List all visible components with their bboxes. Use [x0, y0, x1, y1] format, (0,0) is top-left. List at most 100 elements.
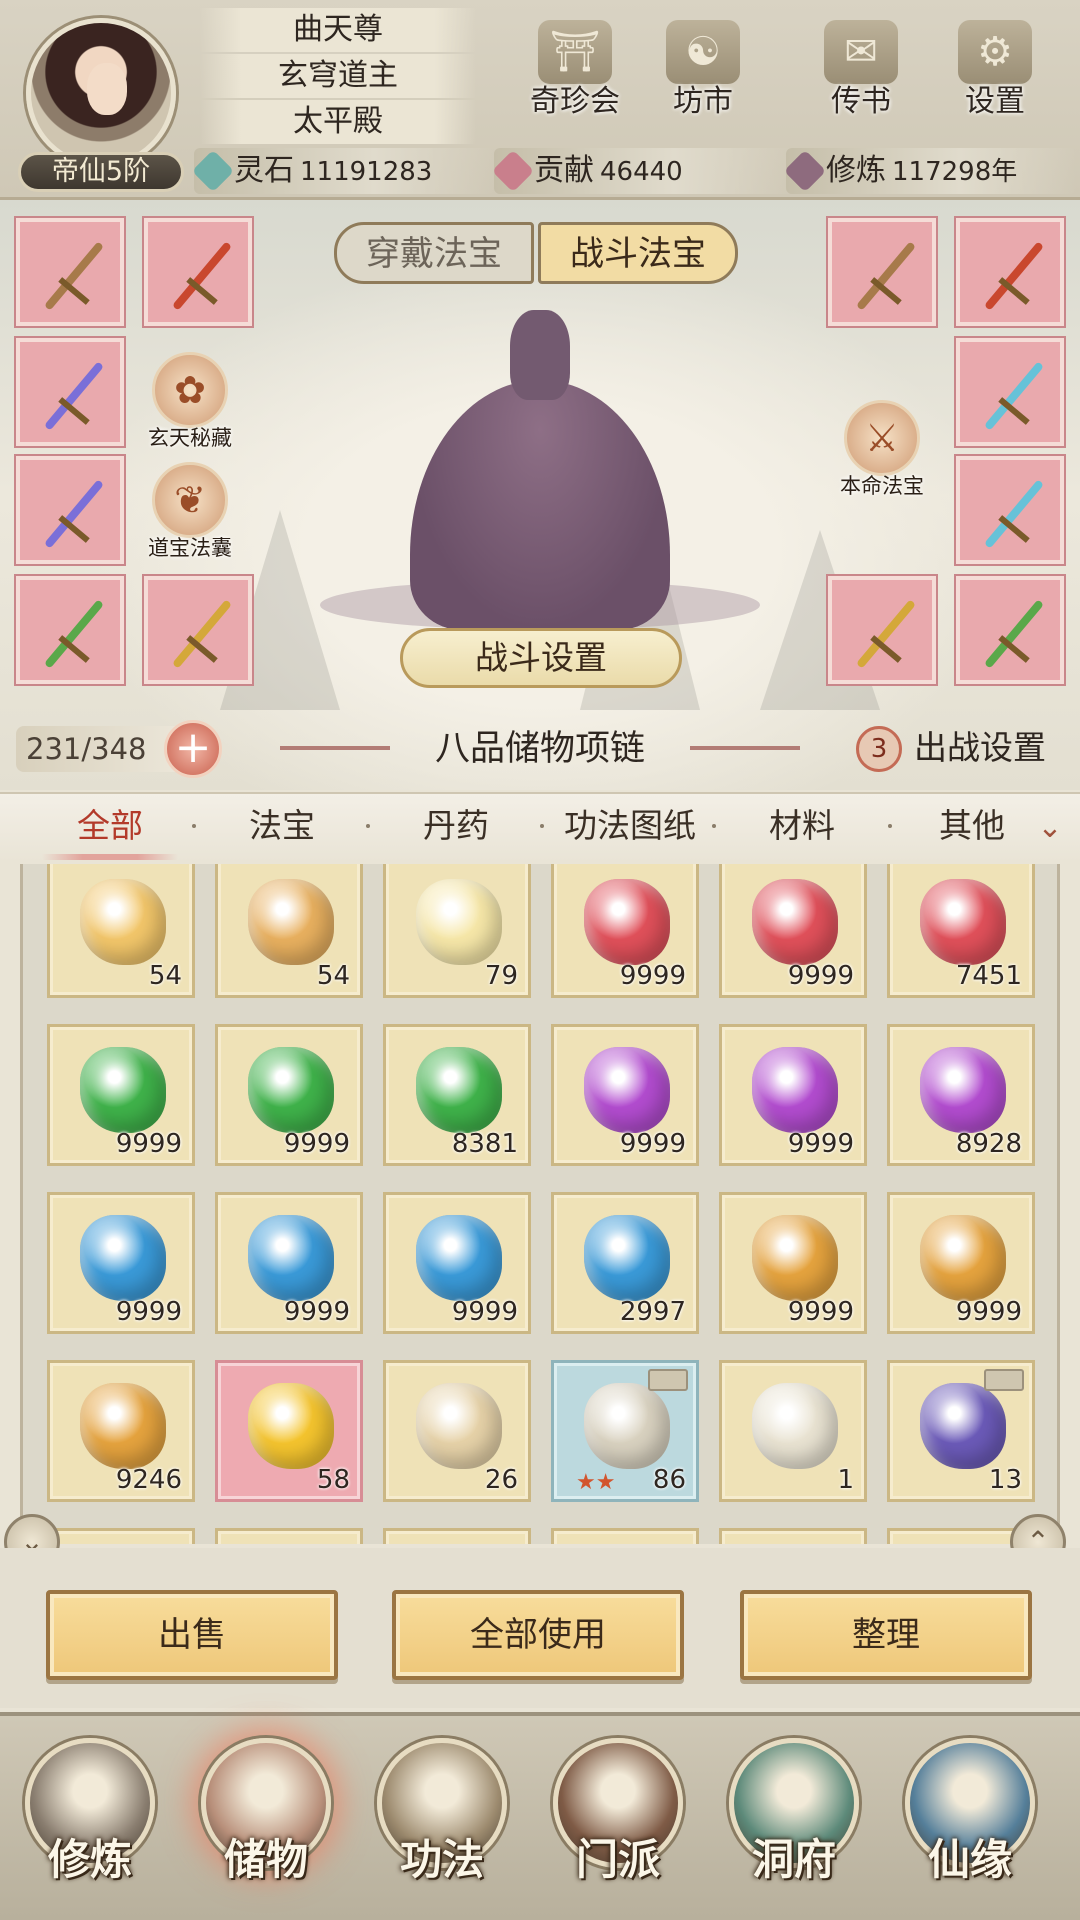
item-quantity: 9999 — [115, 1129, 182, 1159]
inventory-item[interactable]: 9999 — [47, 1192, 195, 1334]
orange-gem-icon — [920, 1215, 1006, 1301]
avatar[interactable] — [26, 18, 176, 168]
inventory-item[interactable]: 54 — [47, 864, 195, 998]
crystal-icon — [416, 879, 502, 965]
nav-item-0[interactable]: 修炼 — [10, 1738, 170, 1918]
equip-slot[interactable] — [956, 456, 1064, 564]
purple-gem-icon — [752, 1047, 838, 1133]
nav-item-3[interactable]: 门派 — [538, 1738, 698, 1918]
inventory-item[interactable]: 9999 — [383, 1192, 531, 1334]
deploy-settings-button[interactable]: 出战设置 — [914, 722, 1046, 774]
inventory-item[interactable]: 54 — [215, 864, 363, 998]
inventory-item[interactable]: 13 — [887, 1360, 1035, 1502]
tab-worn-treasure[interactable]: 穿戴法宝 — [334, 222, 534, 284]
equip-slot[interactable] — [16, 456, 124, 564]
currency-name: 灵石 — [234, 153, 294, 188]
spirit-beast-icon — [920, 1383, 1006, 1469]
inventory-item-partial[interactable] — [551, 1528, 699, 1544]
bag-info-row: 231/348 + 八品储物项链 3 出战设置 — [0, 712, 1080, 786]
use-all-button[interactable]: 全部使用 — [392, 1590, 684, 1680]
filter-tab-pill[interactable]: 丹药 — [418, 794, 494, 860]
equip-slot[interactable] — [16, 218, 124, 326]
blue-gem-icon — [80, 1215, 166, 1301]
bag-name-banner: 八品储物项链 — [280, 724, 800, 774]
inventory-item[interactable]: 9999 — [887, 1192, 1035, 1334]
filter-tab-all[interactable]: 全部 — [42, 794, 178, 860]
chevron-down-icon[interactable]: ⌄ — [1030, 808, 1070, 848]
item-quantity: 58 — [316, 1465, 350, 1495]
inventory-item-partial[interactable] — [719, 1528, 867, 1544]
item-quantity: 13 — [988, 1465, 1022, 1495]
filter-tab-treasure[interactable]: 法宝 — [244, 794, 320, 860]
top-menu-market[interactable]: ☯ 坊市 — [648, 20, 758, 130]
nav-item-4[interactable]: 洞府 — [714, 1738, 874, 1918]
player-avatar-panel[interactable]: 帝仙5阶 — [8, 10, 194, 192]
filter-tab-other[interactable]: 其他 — [934, 794, 1010, 860]
inventory-item[interactable]: 2997 — [551, 1192, 699, 1334]
inventory-item[interactable]: 9999 — [719, 864, 867, 998]
battle-settings-button[interactable]: 战斗设置 — [400, 628, 682, 688]
inventory-item[interactable]: 8381 — [383, 1024, 531, 1166]
inventory-item[interactable]: 9999 — [215, 1024, 363, 1166]
equip-slot[interactable] — [828, 576, 936, 684]
inventory-item[interactable]: 9999 — [47, 1024, 195, 1166]
xuantian-treasury-button[interactable]: ✿ 玄天秘藏 — [142, 352, 238, 452]
contribution-icon — [491, 149, 535, 193]
sell-button[interactable]: 出售 — [46, 1590, 338, 1680]
inventory-item-partial[interactable] — [215, 1528, 363, 1544]
inventory-item[interactable]: 9999 — [551, 1024, 699, 1166]
inventory-item[interactable]: 9999 — [719, 1192, 867, 1334]
item-quantity: 9999 — [787, 961, 854, 991]
pavilion-icon: ⛩ — [538, 20, 612, 84]
inventory-item[interactable]: 26 — [383, 1360, 531, 1502]
top-menu-settings[interactable]: ⚙ 设置 — [940, 20, 1050, 130]
action-bar: 出售 全部使用 整理 — [0, 1548, 1080, 1708]
inventory-item[interactable]: ★★ 86 — [551, 1360, 699, 1502]
red-gem-icon — [584, 879, 670, 965]
nav-item-2[interactable]: 功法 — [362, 1738, 522, 1918]
separator-dot — [192, 824, 196, 828]
filter-tab-technique[interactable]: 功法图纸 — [556, 794, 704, 860]
equip-slot[interactable] — [828, 218, 936, 326]
dao-treasure-pouch-button[interactable]: ❦ 道宝法囊 — [142, 462, 238, 562]
inventory-item[interactable]: 79 — [383, 864, 531, 998]
expand-bag-button[interactable]: + — [164, 720, 222, 778]
equip-slot[interactable] — [16, 576, 124, 684]
inventory-item[interactable]: 9999 — [551, 864, 699, 998]
sword-icon — [43, 241, 105, 311]
horn-icon — [248, 879, 334, 965]
equip-slot[interactable] — [16, 338, 124, 446]
inventory-item[interactable]: 1 — [719, 1360, 867, 1502]
item-quantity: 79 — [484, 961, 518, 991]
inventory-item[interactable]: 9246 — [47, 1360, 195, 1502]
equip-slot[interactable] — [956, 218, 1064, 326]
tab-battle-treasure[interactable]: 战斗法宝 — [538, 222, 738, 284]
inventory-item[interactable]: 58 — [215, 1360, 363, 1502]
top-menu-pavilion[interactable]: ⛩ 奇珍会 — [520, 20, 630, 130]
nav-item-1[interactable]: 储物 — [186, 1738, 346, 1918]
top-bar: 帝仙5阶 曲天尊 玄穹道主 太平殿 ⛩ 奇珍会 ☯ 坊市 ✉ 传书 ⚙ 设置 灵… — [0, 0, 1080, 200]
top-menu-message[interactable]: ✉ 传书 — [806, 20, 916, 130]
inventory-item-partial[interactable] — [47, 1528, 195, 1544]
equip-slot[interactable] — [144, 218, 252, 326]
side-button-label: 玄天秘藏 — [148, 426, 232, 450]
inventory-item-partial[interactable] — [383, 1528, 531, 1544]
item-quantity: 9999 — [619, 961, 686, 991]
equip-slot[interactable] — [956, 338, 1064, 446]
organize-button[interactable]: 整理 — [740, 1590, 1032, 1680]
green-gem-icon — [80, 1047, 166, 1133]
equip-slot[interactable] — [144, 576, 252, 684]
inventory-item[interactable]: 9999 — [719, 1024, 867, 1166]
inventory-item[interactable]: 7451 — [887, 864, 1035, 998]
sword-icon — [171, 241, 233, 311]
inventory-item[interactable]: 8928 — [887, 1024, 1035, 1166]
inventory-item[interactable]: 9999 — [215, 1192, 363, 1334]
filter-tab-material[interactable]: 材料 — [764, 794, 840, 860]
natal-treasure-button[interactable]: ⚔ 本命法宝 — [834, 400, 930, 500]
equip-slot[interactable] — [956, 576, 1064, 684]
nav-item-5[interactable]: 仙缘 — [890, 1738, 1050, 1918]
top-menu-label: 坊市 — [673, 84, 733, 119]
sword-icon — [983, 361, 1045, 431]
top-menu: ⛩ 奇珍会 ☯ 坊市 ✉ 传书 ⚙ 设置 — [520, 20, 1070, 130]
item-quantity: 54 — [148, 961, 182, 991]
